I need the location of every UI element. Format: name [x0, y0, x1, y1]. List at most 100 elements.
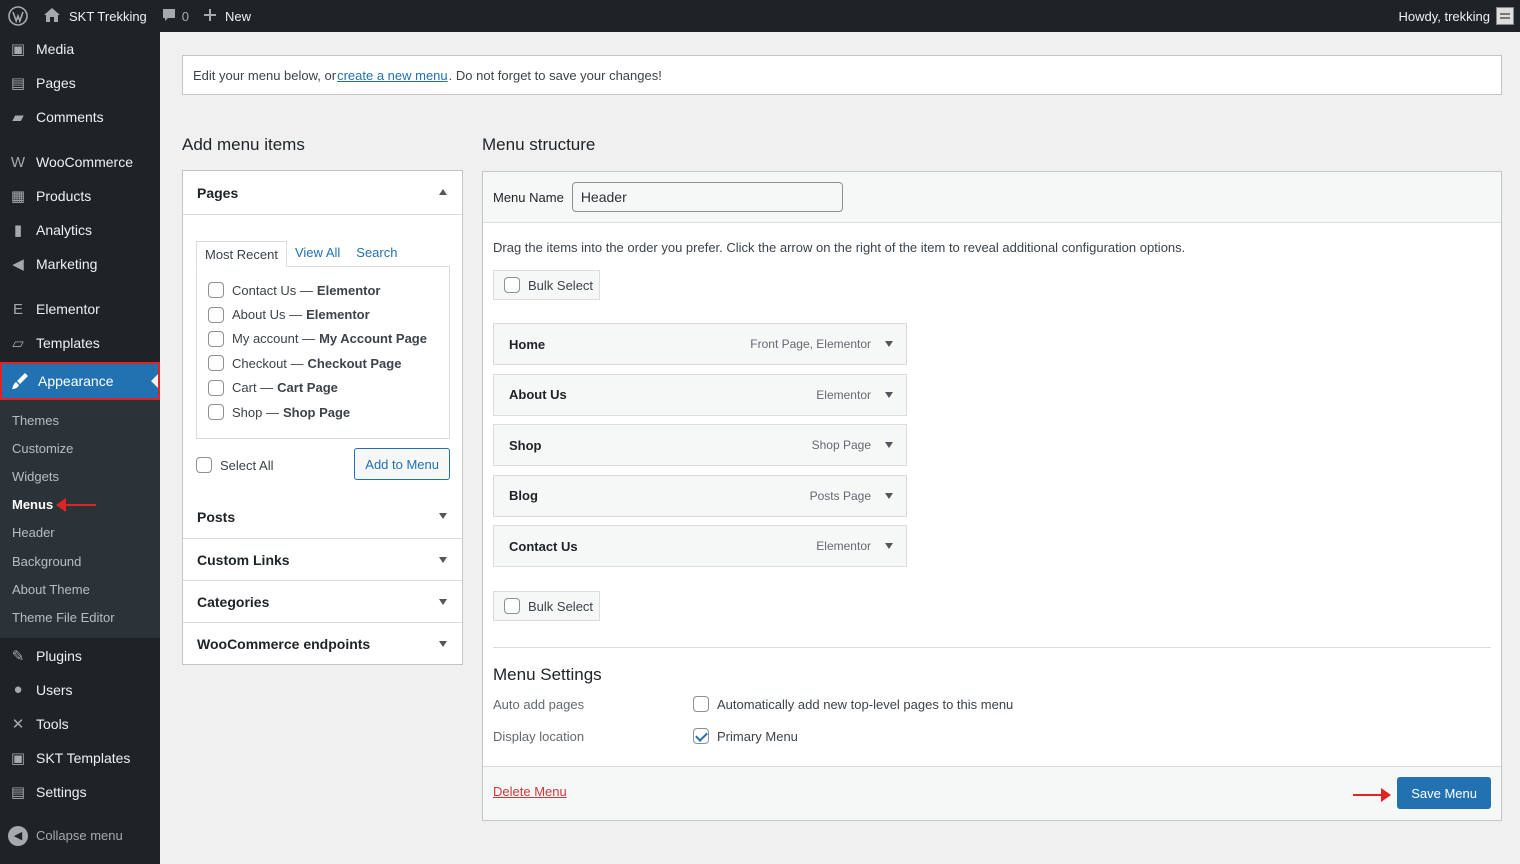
- tab-view-all[interactable]: View All: [287, 240, 348, 266]
- tab-search[interactable]: Search: [348, 240, 405, 266]
- menu-item-home[interactable]: Home Front Page, Elementor: [493, 323, 907, 365]
- new-content-link[interactable]: New: [196, 0, 258, 32]
- sidebar-item-woocommerce[interactable]: W WooCommerce: [0, 145, 160, 179]
- page-option-checkbox[interactable]: [208, 404, 224, 421]
- notice-text-before: Edit your menu below, or: [193, 67, 337, 83]
- page-option-template: Elementor: [316, 282, 381, 298]
- page-option-row[interactable]: Shop — Shop Page: [208, 400, 438, 424]
- media-icon: ▣: [10, 41, 26, 58]
- menu-item-type: Elementor: [816, 387, 871, 402]
- page-option-checkbox[interactable]: [208, 355, 224, 372]
- add-to-menu-button[interactable]: Add to Menu: [354, 448, 450, 480]
- expand-down-icon: [439, 557, 447, 563]
- sidebar-item-users[interactable]: ● Users: [0, 673, 160, 707]
- bulk-select-checkbox[interactable]: [504, 598, 520, 614]
- sidebar-item-elementor[interactable]: E Elementor: [0, 292, 160, 326]
- section-toggle-custom-links[interactable]: Custom Links: [183, 538, 462, 580]
- sidebar-item-comments[interactable]: ▰ Comments: [0, 100, 160, 134]
- page-option-checkbox[interactable]: [208, 306, 224, 323]
- bulk-select-top[interactable]: Bulk Select: [493, 270, 600, 300]
- site-name-link[interactable]: SKT Trekking: [36, 0, 154, 32]
- skt-templates-icon: ▣: [10, 749, 26, 767]
- page-option-row[interactable]: My account — My Account Page: [208, 327, 438, 351]
- sidebar-item-label: Settings: [36, 783, 87, 800]
- menu-item-shop[interactable]: Shop Shop Page: [493, 424, 907, 467]
- sidebar-item-analytics[interactable]: ▮ Analytics: [0, 213, 160, 247]
- page-option-checkbox[interactable]: [208, 282, 224, 299]
- sidebar-item-label: Pages: [36, 75, 76, 91]
- analytics-icon: ▮: [13, 222, 23, 239]
- tools-icon: ✕: [11, 715, 25, 733]
- sidebar-item-templates[interactable]: ▱ Templates: [0, 326, 160, 360]
- page-option-checkbox[interactable]: [208, 379, 224, 396]
- submenu-customize[interactable]: Customize: [0, 434, 160, 462]
- delete-menu-link[interactable]: Delete Menu: [493, 784, 567, 799]
- sidebar-item-appearance[interactable]: Appearance: [0, 362, 160, 400]
- collapse-menu-button[interactable]: ◀ Collapse menu: [0, 819, 160, 853]
- menu-item-type: Elementor: [816, 539, 871, 554]
- menu-item-about-us[interactable]: About Us Elementor: [493, 373, 907, 416]
- wordpress-logo-icon[interactable]: [0, 0, 36, 32]
- menu-item-contact-us[interactable]: Contact Us Elementor: [493, 525, 907, 568]
- add-menu-items-accordion: Pages Most Recent View All Search Contac…: [182, 170, 463, 665]
- sidebar-item-label: Tools: [36, 715, 69, 732]
- section-label: Categories: [197, 593, 270, 610]
- sidebar-item-label: Templates: [36, 335, 100, 351]
- sidebar-item-marketing[interactable]: ◀ Marketing: [0, 247, 160, 281]
- account-menu[interactable]: Howdy, trekking: [1391, 0, 1520, 32]
- expand-down-icon[interactable]: [885, 391, 893, 398]
- section-toggle-woocommerce-endpoints[interactable]: WooCommerce endpoints: [183, 622, 462, 664]
- page-option-row[interactable]: Cart — Cart Page: [208, 376, 438, 400]
- section-toggle-categories[interactable]: Categories: [183, 580, 462, 622]
- sidebar-item-plugins[interactable]: ✎ Plugins: [0, 639, 160, 673]
- menu-structure-title: Menu structure: [482, 135, 596, 154]
- menu-name-input[interactable]: Header: [571, 182, 843, 212]
- sidebar-item-label: Plugins: [36, 647, 82, 664]
- expand-down-icon[interactable]: [885, 543, 893, 550]
- submenu-theme-file-editor[interactable]: Theme File Editor: [0, 603, 160, 631]
- expand-down-icon[interactable]: [885, 341, 893, 347]
- primary-menu-checkbox[interactable]: [693, 728, 709, 744]
- section-toggle-posts[interactable]: Posts: [183, 495, 462, 538]
- products-icon: ▦: [10, 188, 26, 205]
- comments-link[interactable]: 0: [154, 0, 196, 32]
- sidebar-item-skt-templates[interactable]: ▣ SKT Templates: [0, 741, 160, 775]
- pages-section-toggle[interactable]: Pages: [183, 171, 462, 214]
- sidebar-item-media[interactable]: ▣ Media: [0, 32, 160, 66]
- submenu-menus[interactable]: Menus: [0, 491, 160, 519]
- most-recent-panel: Contact Us — Elementor About Us — Elementor…: [196, 266, 450, 439]
- select-all-checkbox[interactable]: [196, 457, 212, 473]
- page-option-row[interactable]: Checkout — Checkout Page: [208, 351, 438, 375]
- sidebar-item-tools[interactable]: ✕ Tools: [0, 707, 160, 741]
- sidebar-item-settings[interactable]: ▤ Settings: [0, 775, 160, 809]
- woocommerce-icon: W: [10, 153, 26, 171]
- select-all-row[interactable]: Select All: [196, 450, 273, 480]
- page-option-row[interactable]: Contact Us — Elementor: [208, 278, 438, 302]
- menu-items-list: Home Front Page, Elementor About Us Element…: [493, 323, 907, 576]
- save-menu-button[interactable]: Save Menu: [1397, 777, 1491, 809]
- page-option-checkbox[interactable]: [208, 330, 224, 347]
- submenu-themes[interactable]: Themes: [0, 406, 160, 434]
- submenu-background[interactable]: Background: [0, 547, 160, 575]
- sidebar-item-label: Appearance: [38, 373, 114, 389]
- submenu-widgets[interactable]: Widgets: [0, 462, 160, 490]
- display-location-row: Display location Primary Menu: [493, 728, 798, 744]
- expand-down-icon[interactable]: [885, 442, 893, 449]
- bulk-select-bottom[interactable]: Bulk Select: [493, 591, 600, 621]
- section-label: Custom Links: [197, 551, 290, 568]
- expand-down-icon[interactable]: [885, 492, 893, 499]
- sidebar-item-products[interactable]: ▦ Products: [0, 179, 160, 213]
- menu-item-blog[interactable]: Blog Posts Page: [493, 474, 907, 517]
- tab-most-recent[interactable]: Most Recent: [196, 241, 287, 267]
- pages-section-label: Pages: [197, 184, 239, 201]
- submenu-header[interactable]: Header: [0, 519, 160, 547]
- create-new-menu-link[interactable]: create a new menu: [337, 68, 448, 83]
- page-option-row[interactable]: About Us — Elementor: [208, 302, 438, 326]
- auto-add-pages-checkbox[interactable]: [693, 696, 709, 712]
- menu-item-title: Contact Us: [509, 538, 578, 554]
- auto-add-pages-label: Auto add pages: [493, 696, 585, 712]
- submenu-about-theme[interactable]: About Theme: [0, 575, 160, 603]
- sidebar-item-pages[interactable]: ▤ Pages: [0, 66, 160, 100]
- bulk-select-checkbox[interactable]: [504, 277, 520, 293]
- page-option-template: Shop Page: [282, 404, 351, 420]
